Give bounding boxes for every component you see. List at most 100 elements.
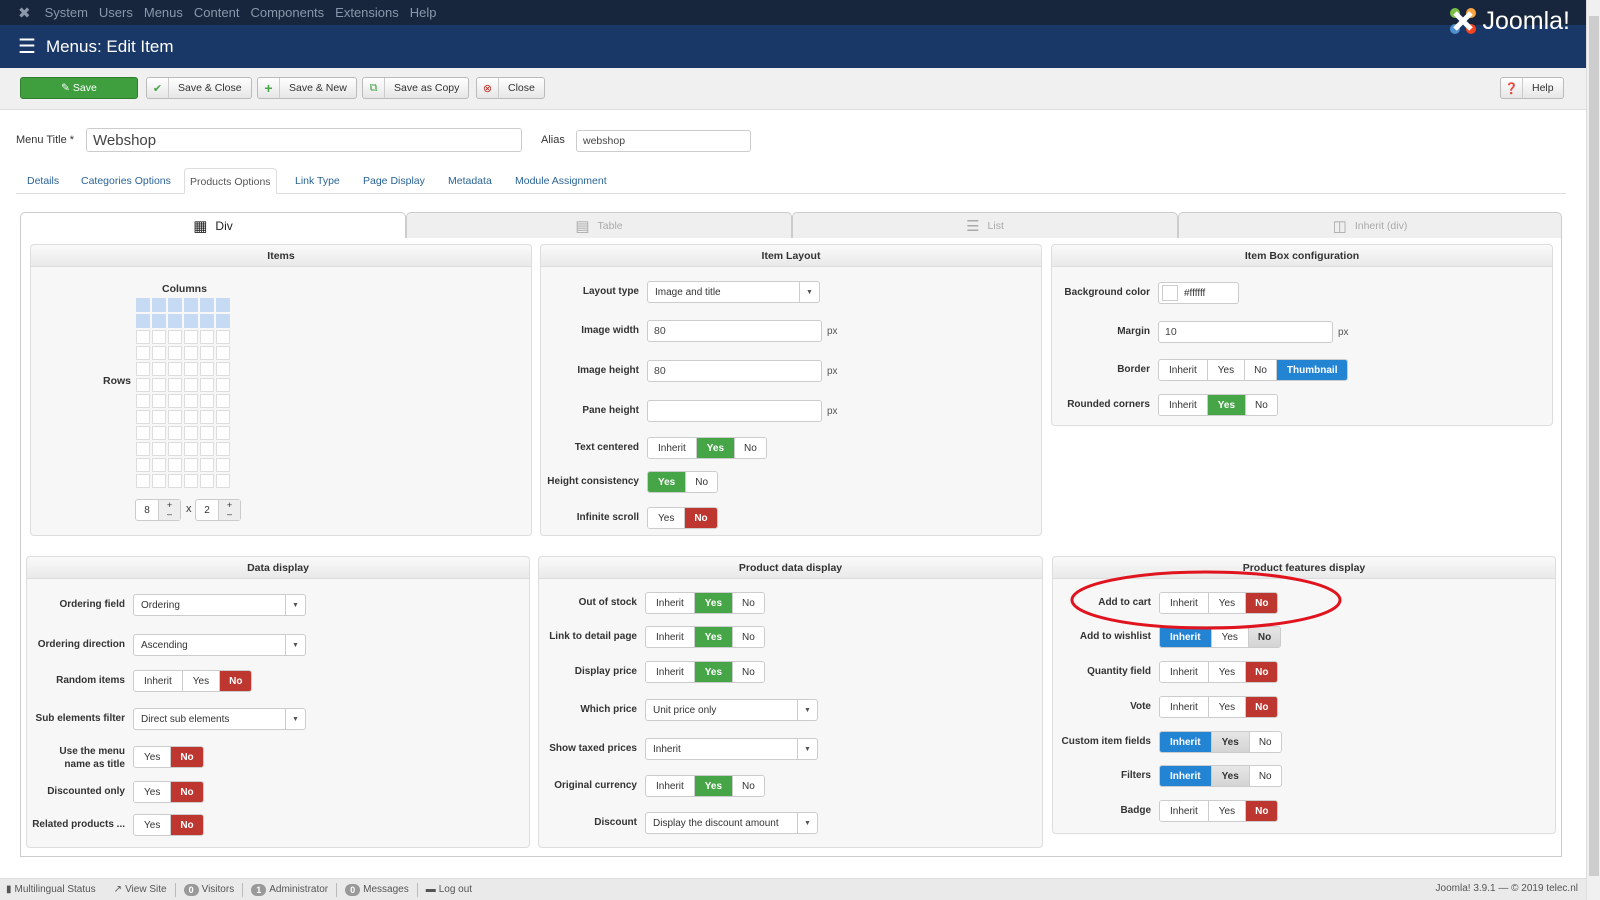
tab-page-display[interactable]: Page Display — [358, 168, 430, 194]
badge-option-yes[interactable]: Yes — [1208, 801, 1247, 821]
scrollbar-thumb[interactable] — [1589, 16, 1599, 876]
menu-title-input[interactable] — [86, 128, 522, 152]
menu-menus[interactable]: Menus — [144, 5, 183, 20]
rounded-corners-option-no[interactable]: No — [1246, 395, 1277, 415]
grid-cell[interactable] — [168, 410, 182, 424]
related-products-option-yes[interactable]: Yes — [134, 815, 172, 835]
quantity-field-toggle[interactable]: Inherit Yes No — [1159, 661, 1279, 683]
discounted-only-option-no[interactable]: No — [171, 782, 203, 802]
alias-input[interactable] — [576, 130, 751, 152]
grid-cell[interactable] — [168, 314, 182, 328]
chevron-down-icon[interactable]: ▼ — [799, 282, 819, 302]
chevron-down-icon[interactable]: ▼ — [285, 595, 305, 615]
grid-cell[interactable] — [184, 410, 198, 424]
joomla-icon[interactable]: ✖ — [18, 4, 31, 22]
grid-cell[interactable] — [200, 330, 214, 344]
grid-cell[interactable] — [200, 410, 214, 424]
show-taxed-prices-select[interactable]: Inherit ▼ — [645, 738, 818, 760]
grid-cell[interactable] — [184, 362, 198, 376]
original-currency-toggle[interactable]: Inherit Yes No — [645, 775, 765, 797]
ordering-direction-select[interactable]: Ascending ▼ — [133, 634, 306, 656]
grid-cell[interactable] — [216, 474, 230, 488]
margin-input[interactable] — [1158, 321, 1333, 343]
use-the-menu-name-as-title-toggle[interactable]: Yes No — [133, 746, 204, 768]
text-centered-toggle[interactable]: Inherit Yes No — [647, 437, 767, 459]
filters-toggle[interactable]: Inherit Yes No — [1159, 765, 1282, 787]
link-to-detail-page-option-no[interactable]: No — [733, 627, 764, 647]
quantity-field-option-yes[interactable]: Yes — [1208, 662, 1247, 682]
menu-extensions[interactable]: Extensions — [335, 5, 399, 20]
grid-cell[interactable] — [216, 362, 230, 376]
tab-products-options[interactable]: Products Options — [184, 168, 277, 194]
infinite-scroll-option-yes[interactable]: Yes — [648, 508, 686, 528]
decrement-button[interactable]: – — [167, 510, 172, 519]
grid-cell[interactable] — [184, 298, 198, 312]
border-option-yes[interactable]: Yes — [1207, 360, 1246, 380]
grid-cell[interactable] — [136, 410, 150, 424]
grid-cell[interactable] — [136, 474, 150, 488]
multilingual-status-link[interactable]: ▮ Multilingual Status — [6, 884, 96, 895]
link-to-detail-page-option-yes[interactable]: Yes — [694, 627, 734, 647]
custom-item-fields-toggle[interactable]: Inherit Yes No — [1159, 731, 1282, 753]
scrollbar[interactable] — [1586, 0, 1600, 900]
grid-cell[interactable] — [200, 298, 214, 312]
menu-users[interactable]: Users — [99, 5, 133, 20]
grid-cell[interactable] — [168, 442, 182, 456]
grid-cell[interactable] — [136, 298, 150, 312]
grid-cell[interactable] — [184, 330, 198, 344]
grid-cell[interactable] — [200, 346, 214, 360]
menu-system[interactable]: System — [45, 5, 88, 20]
grid-cell[interactable] — [216, 394, 230, 408]
grid-cell[interactable] — [152, 346, 166, 360]
out-of-stock-toggle[interactable]: Inherit Yes No — [645, 592, 765, 614]
rounded-corners-option-inherit[interactable]: Inherit — [1159, 395, 1208, 415]
discount-select[interactable]: Display the discount amount ▼ — [645, 812, 818, 834]
grid-cell[interactable] — [184, 346, 198, 360]
rows-stepper-buttons[interactable]: + – — [158, 500, 180, 520]
save-close-button[interactable]: ✔ Save & Close — [146, 77, 252, 99]
badge-toggle[interactable]: Inherit Yes No — [1159, 800, 1279, 822]
border-option-inherit[interactable]: Inherit — [1159, 360, 1208, 380]
grid-cell[interactable] — [216, 458, 230, 472]
original-currency-option-no[interactable]: No — [733, 776, 764, 796]
grid-cell[interactable] — [200, 442, 214, 456]
display-price-option-yes[interactable]: Yes — [694, 662, 734, 682]
text-centered-option-yes[interactable]: Yes — [696, 438, 736, 458]
vote-option-yes[interactable]: Yes — [1208, 697, 1247, 717]
tab-metadata[interactable]: Metadata — [443, 168, 497, 194]
menu-components[interactable]: Components — [250, 5, 324, 20]
grid-cell[interactable] — [168, 346, 182, 360]
border-option-thumbnail[interactable]: Thumbnail — [1276, 360, 1348, 380]
grid-cell[interactable] — [184, 394, 198, 408]
display-price-option-inherit[interactable]: Inherit — [646, 662, 695, 682]
original-currency-option-yes[interactable]: Yes — [694, 776, 734, 796]
custom-item-fields-option-inherit[interactable]: Inherit — [1160, 732, 1212, 752]
grid-cell[interactable] — [200, 378, 214, 392]
vote-option-inherit[interactable]: Inherit — [1160, 697, 1209, 717]
out-of-stock-option-yes[interactable]: Yes — [694, 593, 734, 613]
grid-cell[interactable] — [152, 314, 166, 328]
tab-details[interactable]: Details — [22, 168, 64, 194]
grid-cell[interactable] — [200, 362, 214, 376]
background-color-color-picker[interactable]: #ffffff — [1158, 282, 1239, 304]
use-the-menu-name-as-title-option-no[interactable]: No — [171, 747, 203, 767]
vote-toggle[interactable]: Inherit Yes No — [1159, 696, 1279, 718]
grid-cell[interactable] — [216, 442, 230, 456]
grid-cell[interactable] — [152, 442, 166, 456]
grid-cell[interactable] — [168, 298, 182, 312]
filters-option-yes[interactable]: Yes — [1211, 766, 1250, 786]
grid-cell[interactable] — [184, 426, 198, 440]
height-consistency-toggle[interactable]: Yes No — [647, 471, 719, 493]
infinite-scroll-option-no[interactable]: No — [685, 508, 717, 528]
discounted-only-option-yes[interactable]: Yes — [134, 782, 172, 802]
menu-help[interactable]: Help — [410, 5, 437, 20]
grid-cell[interactable] — [216, 298, 230, 312]
border-option-no[interactable]: No — [1245, 360, 1277, 380]
logout-link[interactable]: ▬ Log out — [426, 884, 472, 895]
grid-cell[interactable] — [136, 378, 150, 392]
random-items-option-inherit[interactable]: Inherit — [134, 671, 183, 691]
layout-tab-div[interactable]: ▦ Div — [20, 212, 406, 238]
grid-cell[interactable] — [216, 378, 230, 392]
grid-cell[interactable] — [152, 330, 166, 344]
grid-cell[interactable] — [168, 394, 182, 408]
